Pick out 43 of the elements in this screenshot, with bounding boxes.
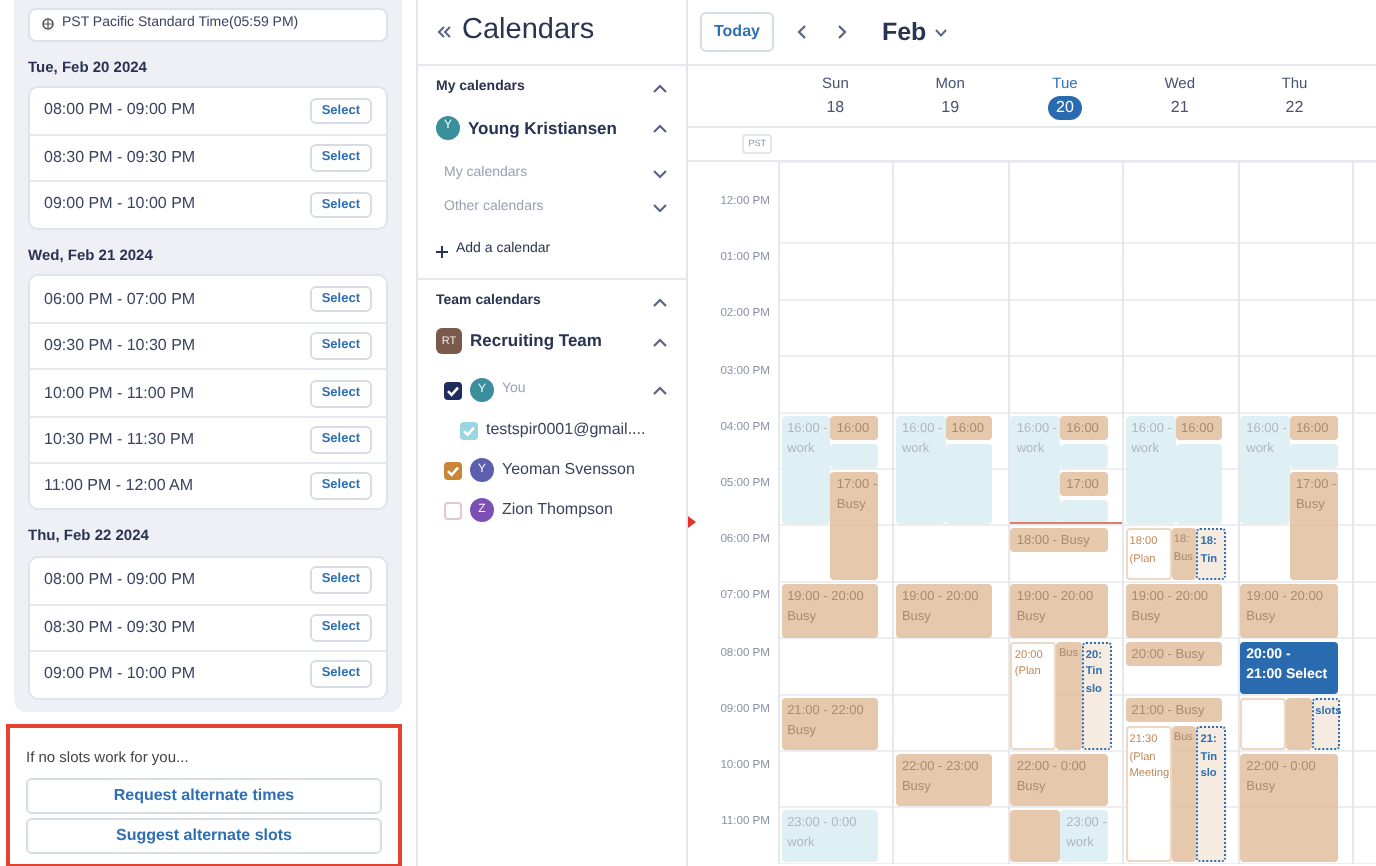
globe-icon <box>42 18 54 31</box>
member-name: Zion Thompson <box>502 498 613 523</box>
day-number[interactable]: 20 <box>1048 96 1082 120</box>
slot-time: 08:30 PM - 09:30 PM <box>44 616 196 641</box>
member-name: Yeoman Svensson <box>502 458 635 483</box>
slot-time: 08:00 PM - 09:00 PM <box>44 568 196 593</box>
day-number[interactable]: 18 <box>818 96 853 120</box>
day-number[interactable]: 22 <box>1277 96 1312 120</box>
checkbox[interactable] <box>460 421 478 440</box>
panel-title: Calendars <box>462 12 595 51</box>
collapse-icon[interactable] <box>436 24 452 40</box>
current-time-line <box>1009 521 1123 524</box>
slot-time: 11:00 PM - 12:00 AM <box>44 474 194 499</box>
team-name: Recruiting Team <box>470 328 602 355</box>
today-button[interactable]: Today <box>700 12 774 52</box>
alternate-button[interactable]: Suggest alternate slots <box>26 817 382 854</box>
calendar-name: testspir0001@gmail.... <box>486 418 646 443</box>
day-number[interactable]: 21 <box>1162 96 1197 120</box>
caret-icon[interactable] <box>934 27 949 37</box>
chevron-up-icon[interactable] <box>652 384 668 397</box>
alternate-button[interactable]: Request alternate times <box>26 777 382 814</box>
plus-icon <box>436 245 448 257</box>
checkbox[interactable] <box>444 381 462 400</box>
slot-time: 10:30 PM - 11:30 PM <box>44 427 194 452</box>
slot-time: 09:00 PM - 10:00 PM <box>44 192 196 217</box>
slot-time: 09:00 PM - 10:00 PM <box>44 662 196 687</box>
day-number[interactable]: 19 <box>933 96 968 120</box>
slot-time: 06:00 PM - 07:00 PM <box>44 287 196 312</box>
chevron-up-icon[interactable] <box>652 121 668 134</box>
slot-time: 10:00 PM - 11:00 PM <box>44 381 194 406</box>
month-selector[interactable]: Feb <box>869 13 949 51</box>
checkbox[interactable] <box>444 501 462 520</box>
slot-time: 08:30 PM - 09:30 PM <box>44 146 196 171</box>
owner-name: Young Kristiansen <box>468 115 617 141</box>
chevron-down-icon[interactable] <box>652 167 668 180</box>
chevron-up-icon[interactable] <box>652 82 668 95</box>
chevron-down-icon[interactable] <box>652 201 668 214</box>
slot-time: 08:00 PM - 09:00 PM <box>44 98 196 123</box>
current-time-marker <box>688 515 696 528</box>
chevron-up-icon[interactable] <box>652 296 668 308</box>
chevron-up-icon[interactable] <box>652 335 668 348</box>
slot-time: 09:30 PM - 10:30 PM <box>44 334 196 359</box>
checkbox[interactable] <box>444 461 462 480</box>
